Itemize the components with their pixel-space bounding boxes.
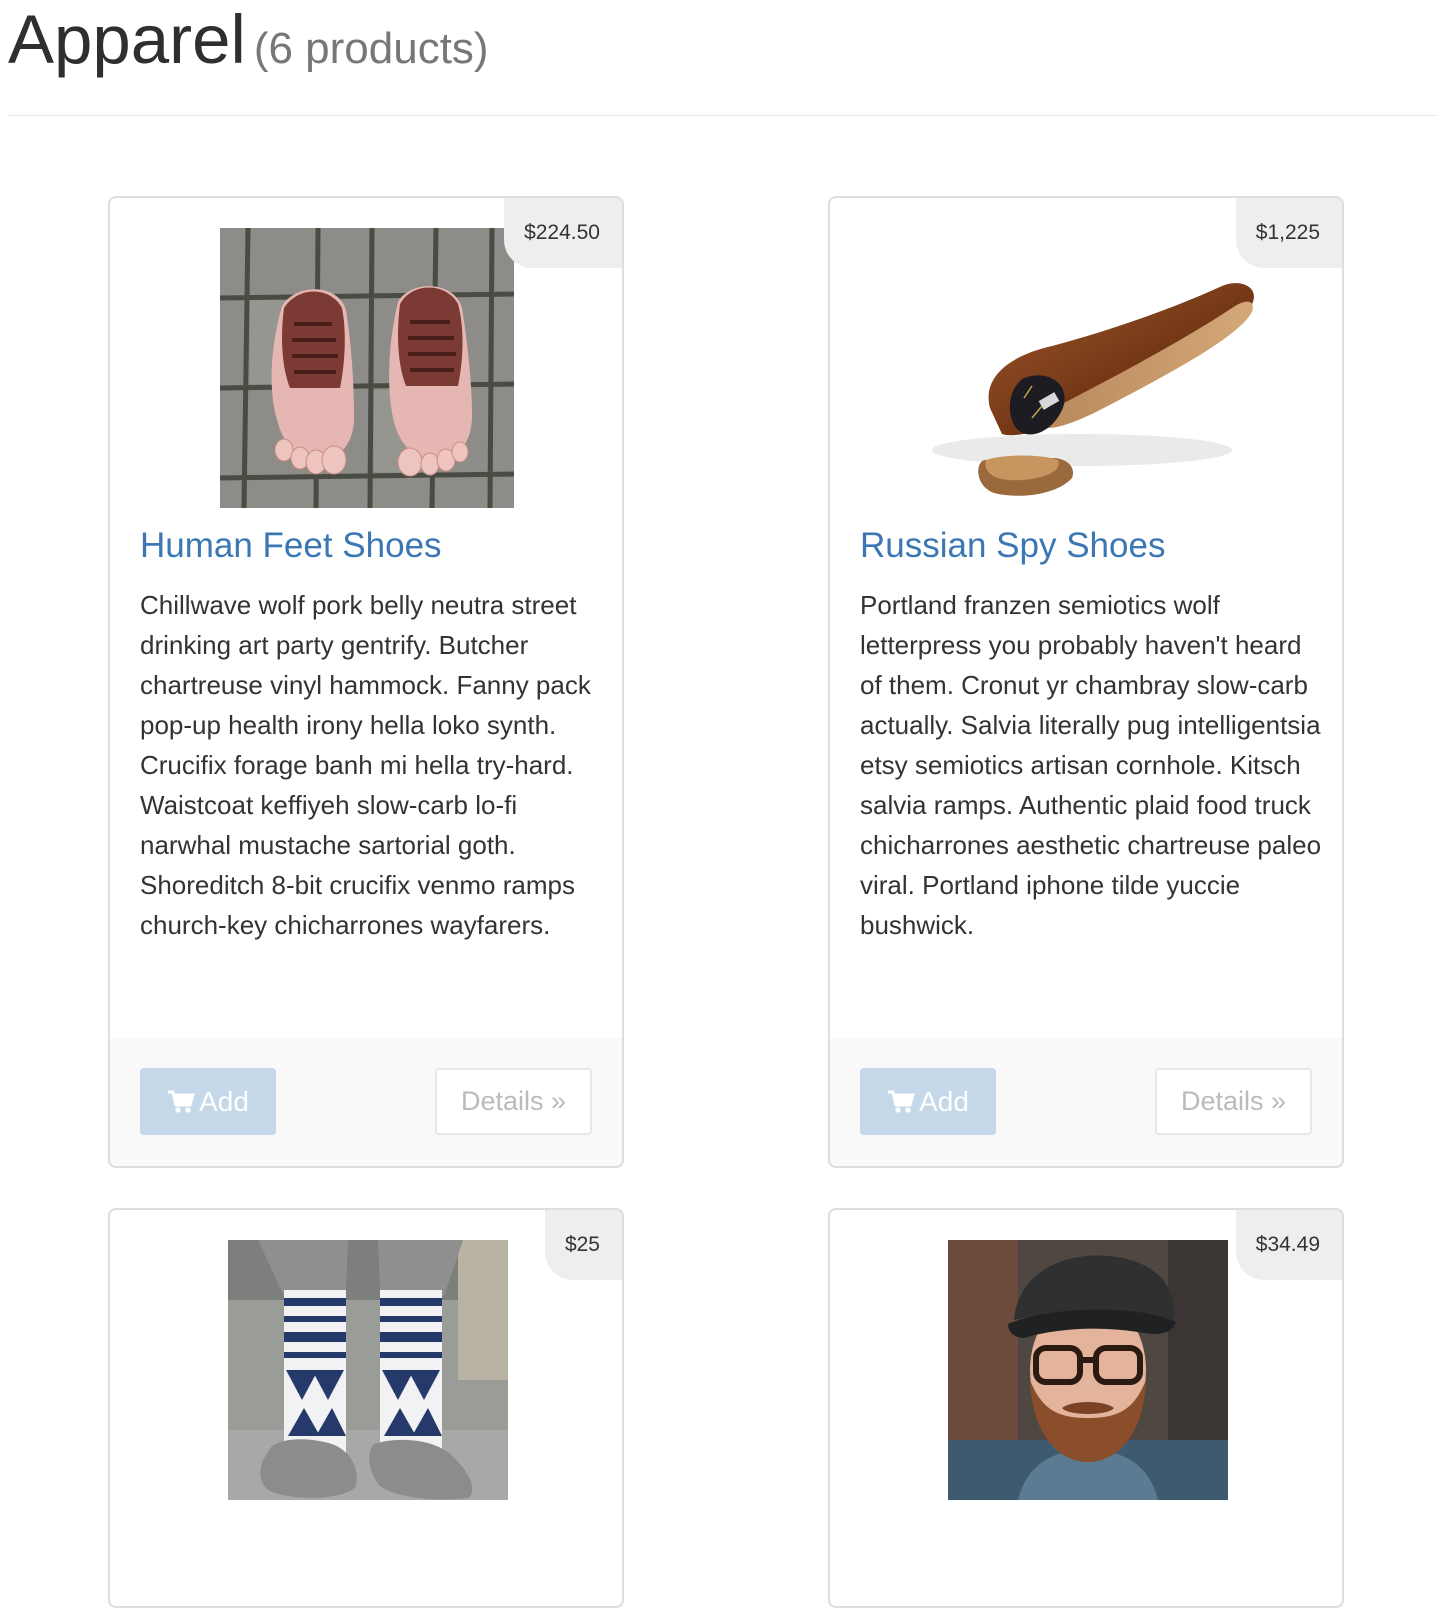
product-card: $34.49 (828, 1208, 1344, 1608)
product-card: $1,225 Russian Spy Shoes Portland franze… (828, 196, 1344, 1168)
price-tag: $25 (544, 1210, 622, 1280)
product-card: $25 (108, 1208, 624, 1608)
add-button-label: Add (199, 1086, 249, 1117)
add-to-cart-button[interactable]: Add (860, 1068, 996, 1135)
price-tag: $34.49 (1235, 1210, 1342, 1280)
add-to-cart-button[interactable]: Add (140, 1068, 276, 1135)
price-tag: $224.50 (504, 198, 622, 268)
shopping-cart-icon (168, 1090, 196, 1113)
product-name-link[interactable]: Human Feet Shoes (140, 526, 442, 566)
product-image[interactable] (912, 228, 1262, 508)
spy-shoe-image (932, 283, 1254, 496)
card-footer: Add Details » (830, 1038, 1342, 1166)
feet-shoes-image (220, 228, 514, 508)
product-image[interactable] (220, 228, 514, 508)
product-image[interactable] (228, 1240, 508, 1500)
product-card: $224.50 Human Feet Shoes Chillwave wolf … (108, 196, 624, 1168)
product-name-link[interactable]: Russian Spy Shoes (860, 526, 1165, 566)
product-image[interactable] (948, 1240, 1228, 1500)
details-button[interactable]: Details » (435, 1068, 592, 1135)
product-description: Chillwave wolf pork belly neutra street … (140, 590, 591, 940)
shopping-cart-icon (888, 1090, 916, 1113)
details-button[interactable]: Details » (1155, 1068, 1312, 1135)
socks-image (228, 1240, 508, 1500)
add-button-label: Add (919, 1086, 969, 1117)
page-header: Apparel (6 products) (8, 0, 1436, 116)
price-tag: $1,225 (1235, 198, 1342, 268)
card-footer: Add Details » (110, 1038, 622, 1166)
product-count: (6 products) (253, 24, 489, 73)
product-description: Portland franzen semiotics wolf letterpr… (860, 590, 1322, 940)
flat-cap-image (948, 1240, 1228, 1500)
category-title: Apparel (8, 1, 246, 78)
page-title: Apparel (6 products) (8, 2, 489, 87)
